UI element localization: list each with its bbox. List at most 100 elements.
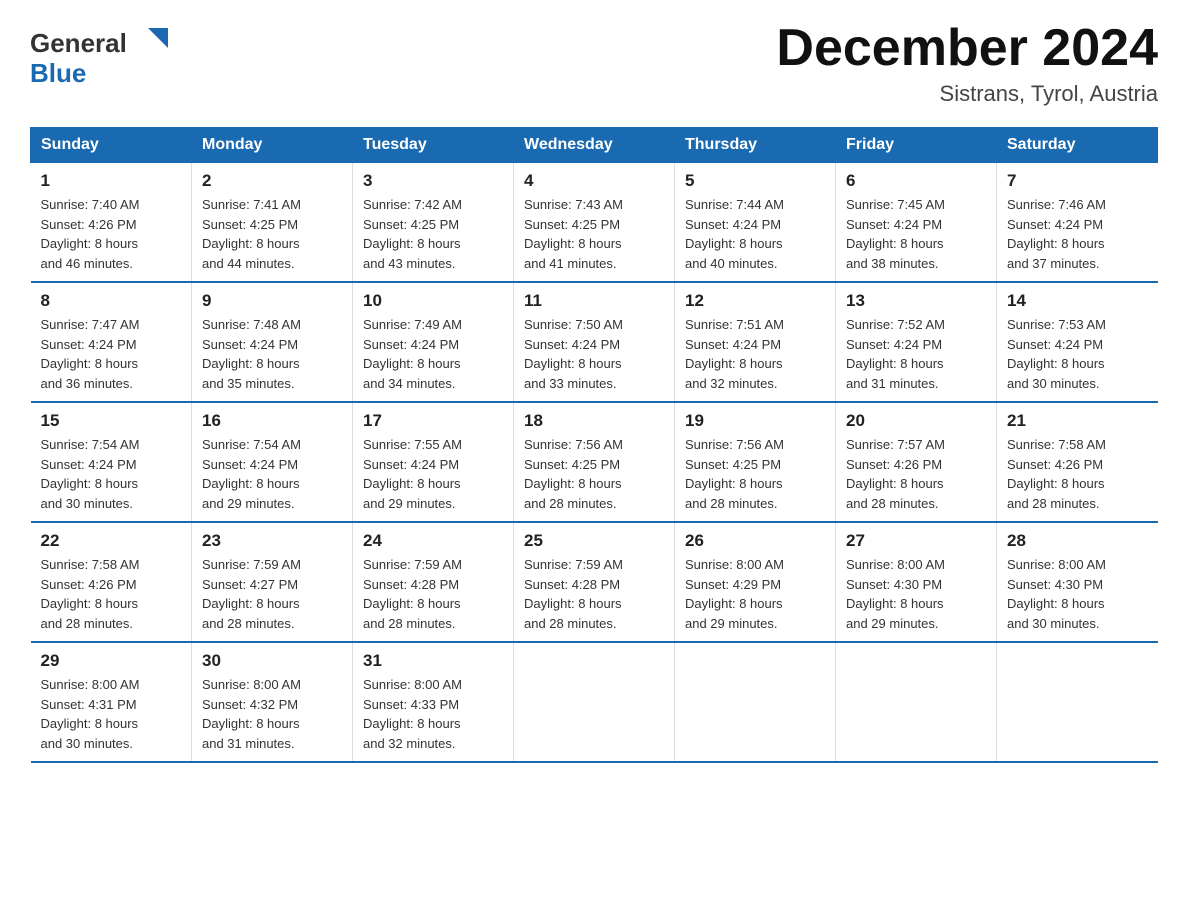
calendar-cell: 24Sunrise: 7:59 AMSunset: 4:28 PMDayligh… <box>353 522 514 642</box>
day-number: 14 <box>1007 291 1148 311</box>
day-info: Sunrise: 7:58 AMSunset: 4:26 PMDaylight:… <box>1007 435 1148 513</box>
svg-text:General: General <box>30 28 127 58</box>
week-row-4: 22 Sunrise: 7:58 AMSunset: 4:26 PMDayligh… <box>31 522 1158 642</box>
week-row-3: 15Sunrise: 7:54 AMSunset: 4:24 PMDayligh… <box>31 402 1158 522</box>
day-info: Sunrise: 7:42 AMSunset: 4:25 PMDaylight:… <box>363 195 503 273</box>
calendar-cell: 15Sunrise: 7:54 AMSunset: 4:24 PMDayligh… <box>31 402 192 522</box>
day-info: Sunrise: 7:46 AMSunset: 4:24 PMDaylight:… <box>1007 195 1148 273</box>
day-info: Sunrise: 7:50 AMSunset: 4:24 PMDaylight:… <box>524 315 664 393</box>
svg-text:Blue: Blue <box>30 58 86 88</box>
header-row: SundayMondayTuesdayWednesdayThursdayFrid… <box>31 128 1158 163</box>
day-number: 27 <box>846 531 986 551</box>
day-number: 9 <box>202 291 342 311</box>
day-info: Sunrise: 7:56 AMSunset: 4:25 PMDaylight:… <box>524 435 664 513</box>
calendar-cell: 30 Sunrise: 8:00 AMSunset: 4:32 PMDayligh… <box>192 642 353 762</box>
day-number: 8 <box>41 291 182 311</box>
day-number: 22 <box>41 531 182 551</box>
calendar-cell: 20Sunrise: 7:57 AMSunset: 4:26 PMDayligh… <box>836 402 997 522</box>
header-day-tuesday: Tuesday <box>353 128 514 163</box>
calendar-cell: 13Sunrise: 7:52 AMSunset: 4:24 PMDayligh… <box>836 282 997 402</box>
month-year-title: December 2024 <box>776 20 1158 77</box>
day-info: Sunrise: 8:00 AMSunset: 4:30 PMDaylight:… <box>846 555 986 633</box>
day-info: Sunrise: 7:56 AMSunset: 4:25 PMDaylight:… <box>685 435 825 513</box>
calendar-cell: 3 Sunrise: 7:42 AMSunset: 4:25 PMDaylight… <box>353 163 514 283</box>
day-info: Sunrise: 7:44 AMSunset: 4:24 PMDaylight:… <box>685 195 825 273</box>
day-number: 26 <box>685 531 825 551</box>
calendar-table: SundayMondayTuesdayWednesdayThursdayFrid… <box>30 127 1158 763</box>
day-number: 29 <box>41 651 182 671</box>
day-info: Sunrise: 7:45 AMSunset: 4:24 PMDaylight:… <box>846 195 986 273</box>
calendar-cell: 16 Sunrise: 7:54 AMSunset: 4:24 PMDayligh… <box>192 402 353 522</box>
day-number: 20 <box>846 411 986 431</box>
calendar-cell: 5 Sunrise: 7:44 AMSunset: 4:24 PMDaylight… <box>675 163 836 283</box>
calendar-cell: 22 Sunrise: 7:58 AMSunset: 4:26 PMDayligh… <box>31 522 192 642</box>
day-info: Sunrise: 7:59 AMSunset: 4:28 PMDaylight:… <box>363 555 503 633</box>
calendar-cell: 4Sunrise: 7:43 AMSunset: 4:25 PMDaylight… <box>514 163 675 283</box>
calendar-cell: 28Sunrise: 8:00 AMSunset: 4:30 PMDayligh… <box>997 522 1158 642</box>
day-info: Sunrise: 8:00 AMSunset: 4:31 PMDaylight:… <box>41 675 182 753</box>
title-block: December 2024 Sistrans, Tyrol, Austria <box>776 20 1158 107</box>
calendar-cell: 31Sunrise: 8:00 AMSunset: 4:33 PMDayligh… <box>353 642 514 762</box>
day-number: 11 <box>524 291 664 311</box>
calendar-cell: 25 Sunrise: 7:59 AMSunset: 4:28 PMDayligh… <box>514 522 675 642</box>
calendar-cell: 7 Sunrise: 7:46 AMSunset: 4:24 PMDaylight… <box>997 163 1158 283</box>
day-info: Sunrise: 7:55 AMSunset: 4:24 PMDaylight:… <box>363 435 503 513</box>
day-number: 25 <box>524 531 664 551</box>
day-number: 17 <box>363 411 503 431</box>
calendar-cell: 21 Sunrise: 7:58 AMSunset: 4:26 PMDayligh… <box>997 402 1158 522</box>
calendar-cell: 8 Sunrise: 7:47 AMSunset: 4:24 PMDaylight… <box>31 282 192 402</box>
calendar-cell: 14 Sunrise: 7:53 AMSunset: 4:24 PMDayligh… <box>997 282 1158 402</box>
day-info: Sunrise: 7:54 AMSunset: 4:24 PMDaylight:… <box>202 435 342 513</box>
header-day-monday: Monday <box>192 128 353 163</box>
day-number: 1 <box>41 171 182 191</box>
calendar-body: 1 Sunrise: 7:40 AMSunset: 4:26 PMDaylight… <box>31 163 1158 763</box>
calendar-cell: 18 Sunrise: 7:56 AMSunset: 4:25 PMDayligh… <box>514 402 675 522</box>
calendar-cell: 27 Sunrise: 8:00 AMSunset: 4:30 PMDayligh… <box>836 522 997 642</box>
calendar-cell: 19 Sunrise: 7:56 AMSunset: 4:25 PMDayligh… <box>675 402 836 522</box>
day-number: 5 <box>685 171 825 191</box>
day-number: 28 <box>1007 531 1148 551</box>
header-day-saturday: Saturday <box>997 128 1158 163</box>
calendar-cell <box>675 642 836 762</box>
calendar-cell: 2Sunrise: 7:41 AMSunset: 4:25 PMDaylight… <box>192 163 353 283</box>
calendar-cell: 12Sunrise: 7:51 AMSunset: 4:24 PMDayligh… <box>675 282 836 402</box>
header-day-wednesday: Wednesday <box>514 128 675 163</box>
day-number: 3 <box>363 171 503 191</box>
day-number: 6 <box>846 171 986 191</box>
week-row-5: 29 Sunrise: 8:00 AMSunset: 4:31 PMDayligh… <box>31 642 1158 762</box>
day-info: Sunrise: 8:00 AMSunset: 4:32 PMDaylight:… <box>202 675 342 753</box>
day-info: Sunrise: 7:53 AMSunset: 4:24 PMDaylight:… <box>1007 315 1148 393</box>
day-number: 12 <box>685 291 825 311</box>
calendar-cell: 10Sunrise: 7:49 AMSunset: 4:24 PMDayligh… <box>353 282 514 402</box>
header-day-friday: Friday <box>836 128 997 163</box>
day-info: Sunrise: 7:48 AMSunset: 4:24 PMDaylight:… <box>202 315 342 393</box>
calendar-cell: 26Sunrise: 8:00 AMSunset: 4:29 PMDayligh… <box>675 522 836 642</box>
calendar-cell <box>836 642 997 762</box>
logo: General Blue <box>30 20 170 92</box>
day-number: 4 <box>524 171 664 191</box>
day-number: 16 <box>202 411 342 431</box>
calendar-cell: 17 Sunrise: 7:55 AMSunset: 4:24 PMDayligh… <box>353 402 514 522</box>
logo-svg: General Blue <box>30 20 170 92</box>
location-subtitle: Sistrans, Tyrol, Austria <box>776 81 1158 107</box>
day-number: 19 <box>685 411 825 431</box>
week-row-1: 1 Sunrise: 7:40 AMSunset: 4:26 PMDaylight… <box>31 163 1158 283</box>
day-number: 13 <box>846 291 986 311</box>
day-info: Sunrise: 7:58 AMSunset: 4:26 PMDaylight:… <box>41 555 182 633</box>
day-info: Sunrise: 7:54 AMSunset: 4:24 PMDaylight:… <box>41 435 182 513</box>
day-number: 30 <box>202 651 342 671</box>
day-info: Sunrise: 7:47 AMSunset: 4:24 PMDaylight:… <box>41 315 182 393</box>
calendar-cell: 23Sunrise: 7:59 AMSunset: 4:27 PMDayligh… <box>192 522 353 642</box>
calendar-cell: 29 Sunrise: 8:00 AMSunset: 4:31 PMDayligh… <box>31 642 192 762</box>
header-day-thursday: Thursday <box>675 128 836 163</box>
calendar-cell <box>514 642 675 762</box>
day-number: 21 <box>1007 411 1148 431</box>
day-number: 18 <box>524 411 664 431</box>
day-number: 10 <box>363 291 503 311</box>
day-info: Sunrise: 7:40 AMSunset: 4:26 PMDaylight:… <box>41 195 182 273</box>
day-info: Sunrise: 7:59 AMSunset: 4:28 PMDaylight:… <box>524 555 664 633</box>
day-number: 7 <box>1007 171 1148 191</box>
page-header: General Blue December 2024 Sistrans, Tyr… <box>30 20 1158 107</box>
day-info: Sunrise: 8:00 AMSunset: 4:33 PMDaylight:… <box>363 675 503 753</box>
calendar-cell: 11 Sunrise: 7:50 AMSunset: 4:24 PMDayligh… <box>514 282 675 402</box>
